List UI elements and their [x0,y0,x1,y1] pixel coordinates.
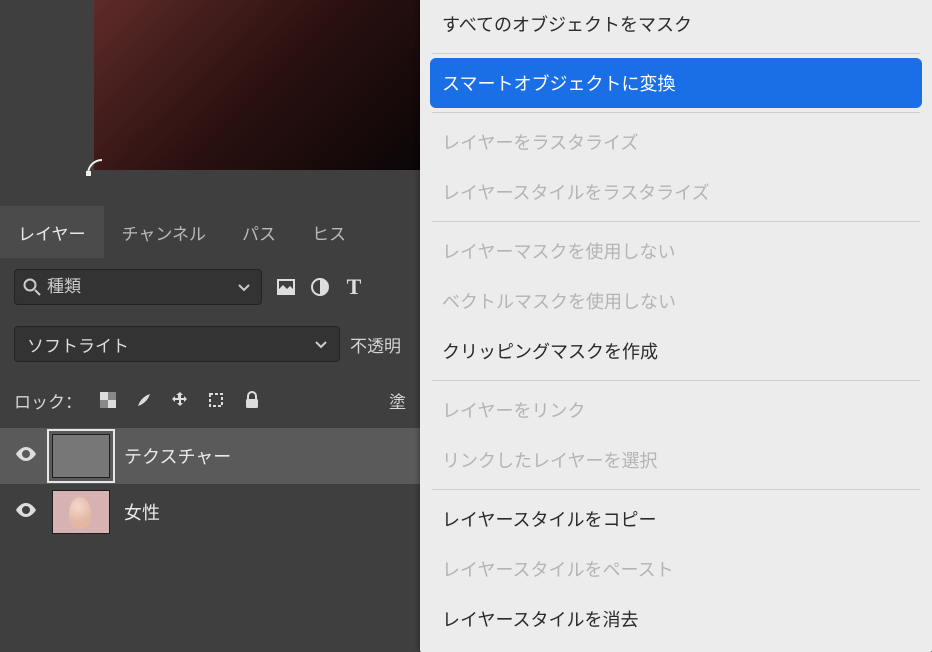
lock-row: ロック： 塗 [0,372,420,428]
blend-mode-select[interactable]: ソフトライト [14,326,340,362]
layer-filter-select[interactable] [14,269,262,305]
layer-name[interactable]: 女性 [124,499,160,525]
menu-item[interactable]: レイヤースタイルをコピー [430,494,922,544]
tab-layers[interactable]: レイヤー [0,206,104,258]
menu-separator [432,112,920,113]
lock-all-icon[interactable] [242,390,262,410]
blend-row: ソフトライト 不透明 [0,316,420,372]
layer-context-menu: すべてのオブジェクトをマスクスマートオブジェクトに変換レイヤーをラスタライズレイ… [420,0,932,652]
menu-separator [432,53,920,54]
opacity-label: 不透明 [350,332,401,357]
canvas-area [0,0,420,206]
panels: レイヤー チャンネル パス ヒス T ソフトライト 不透明 [0,206,420,540]
lock-artboard-icon[interactable] [206,390,226,410]
menu-separator [432,380,920,381]
transform-handle-icon[interactable] [86,158,104,176]
filter-adjustment-icon[interactable] [310,277,330,297]
layer-filter-input[interactable] [14,269,262,305]
tab-history[interactable]: ヒス [294,206,364,258]
visibility-icon[interactable] [14,498,38,527]
layer-row[interactable]: テクスチャー [0,428,420,484]
menu-item[interactable]: すべてのオブジェクトをマスク [430,0,922,49]
chevron-down-icon [234,277,254,297]
chevron-down-icon [311,334,331,354]
menu-separator [432,489,920,490]
blend-mode-value: ソフトライト [27,332,129,357]
menu-separator [432,221,920,222]
visibility-icon[interactable] [14,442,38,471]
layer-filter-row: T [0,258,420,316]
menu-item[interactable]: レイヤースタイルを消去 [430,594,922,644]
menu-item: レイヤーをラスタライズ [430,117,922,167]
search-icon [22,277,42,297]
layer-name[interactable]: テクスチャー [124,443,231,469]
filter-pixel-icon[interactable] [276,277,296,297]
menu-item: レイヤーをリンク [430,385,922,435]
menu-item[interactable]: スマートオブジェクトに変換 [430,58,922,108]
lock-position-icon[interactable] [170,390,190,410]
panel-tabs: レイヤー チャンネル パス ヒス [0,206,420,258]
menu-item: レイヤースタイルをペースト [430,544,922,594]
layer-list: テクスチャー 女性 [0,428,420,540]
menu-item: レイヤースタイルをラスタライズ [430,167,922,217]
menu-item[interactable]: クリッピングマスクを作成 [430,326,922,376]
filter-type-icon[interactable]: T [344,277,364,297]
menu-item: レイヤーマスクを使用しない [430,226,922,276]
lock-transparency-icon[interactable] [98,390,118,410]
menu-item: リンクしたレイヤーを選択 [430,435,922,485]
layer-thumbnail[interactable] [52,434,110,478]
lock-paint-icon[interactable] [134,390,154,410]
menu-item: ベクトルマスクを使用しない [430,276,922,326]
tab-paths[interactable]: パス [224,206,294,258]
fill-label: 塗 [389,388,406,413]
layer-row[interactable]: 女性 [0,484,420,540]
lock-label: ロック： [14,388,82,413]
document-canvas[interactable] [94,0,420,170]
layer-thumbnail[interactable] [52,490,110,534]
tab-channels[interactable]: チャンネル [104,206,225,258]
